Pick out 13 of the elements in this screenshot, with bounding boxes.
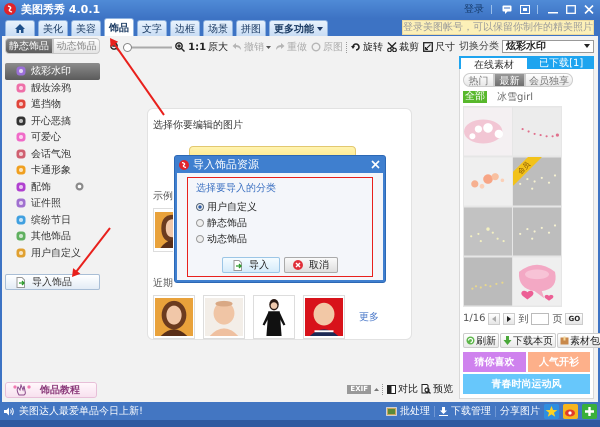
panel-prompt: 选择你要编辑的图片 xyxy=(153,118,244,132)
share-label: 分享图片 xyxy=(500,404,540,418)
author-name: 冰雪girl xyxy=(497,90,534,104)
section-label: 近期 xyxy=(153,276,174,290)
window-title: 美图秀秀 4.0.1 xyxy=(21,2,100,16)
dialog-heading: 选择要导入的分类 xyxy=(196,182,277,195)
tooltip: 登录美图帐号，可以保留你制作的精美照片 xyxy=(402,20,594,35)
page-indicator: 1/16 xyxy=(463,313,486,324)
section-label: 示例 xyxy=(153,190,174,203)
dialog-title: 导入饰品资源 xyxy=(193,157,259,172)
page-unit-label: 页 xyxy=(552,312,562,326)
category-switch-label: 切换分类 xyxy=(459,40,499,53)
goto-label: 到 xyxy=(518,312,528,326)
